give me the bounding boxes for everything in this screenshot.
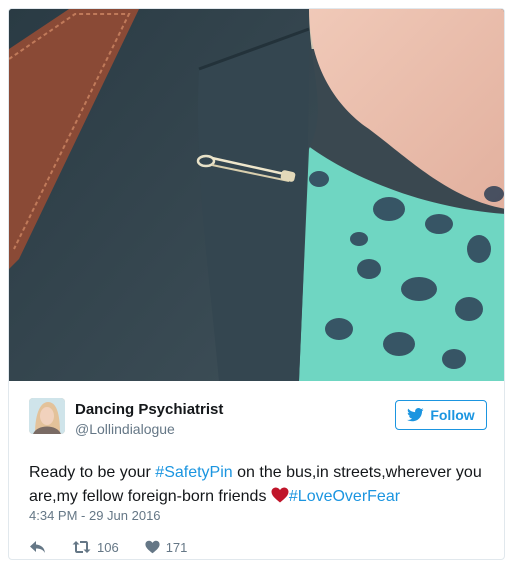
author-display-name[interactable]: Dancing Psychiatrist — [75, 401, 223, 418]
twitter-bird-icon — [407, 408, 424, 422]
tweet-text: Ready to be your #SafetyPin on the bus,i… — [29, 461, 489, 509]
avatar[interactable] — [29, 398, 65, 434]
heart-icon — [145, 540, 160, 554]
reply-button[interactable] — [29, 540, 46, 554]
red-heart-icon — [271, 487, 289, 503]
follow-button[interactable]: Follow — [395, 400, 487, 430]
retweet-button[interactable]: 106 — [72, 540, 119, 555]
hashtag-loveoverfear[interactable]: #LoveOverFear — [289, 488, 400, 505]
avatar-image — [29, 398, 65, 434]
tweet-photo[interactable] — [9, 9, 504, 381]
tweet-text-part1: Ready to be your — [29, 464, 156, 481]
tweet-timestamp[interactable]: 4:34 PM - 29 Jun 2016 — [29, 508, 161, 523]
hashtag-safetypin[interactable]: #SafetyPin — [155, 464, 232, 481]
retweet-count: 106 — [97, 539, 119, 555]
like-count: 171 — [165, 539, 188, 555]
tweet-actions: 106 171 — [29, 537, 213, 557]
retweet-icon — [72, 541, 91, 553]
follow-label: Follow — [430, 407, 475, 423]
tweet-card: Dancing Psychiatrist @Lollindialogue Fol… — [8, 8, 505, 560]
reply-icon — [30, 541, 45, 553]
like-button[interactable]: 171 — [145, 539, 188, 555]
author-handle[interactable]: @Lollindialogue — [75, 421, 175, 437]
safety-pin-photo — [9, 9, 504, 381]
